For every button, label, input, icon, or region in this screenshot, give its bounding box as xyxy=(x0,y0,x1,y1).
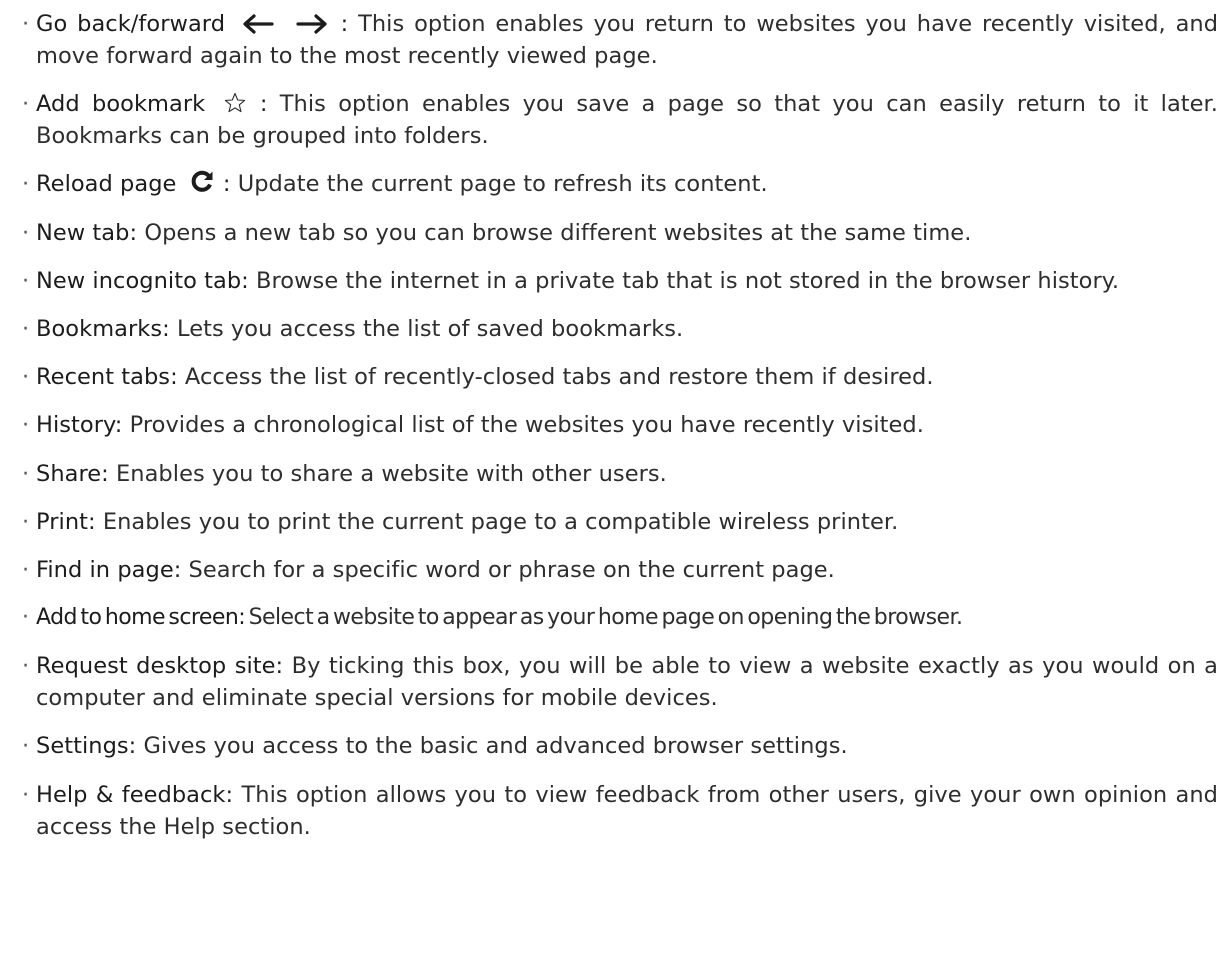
bullet: · xyxy=(22,91,30,118)
item-separator: : xyxy=(259,91,268,118)
list-item-add-to-home-screen: · Add to home screen: Select a website t… xyxy=(22,602,1218,634)
bullet: · xyxy=(22,219,30,246)
bullet: · xyxy=(22,315,30,342)
browser-options-list: · Go back/forward : This option enables … xyxy=(22,8,1218,859)
bullet: · xyxy=(22,412,30,439)
item-term: Add to home screen: xyxy=(36,605,246,631)
item-term: Share: xyxy=(36,460,109,487)
bullet: · xyxy=(22,508,30,535)
bullet: · xyxy=(22,460,30,487)
list-item-request-desktop-site: · Request desktop site: By ticking this … xyxy=(22,650,1218,714)
item-separator: : xyxy=(340,11,349,37)
item-term: Request desktop site: xyxy=(36,653,284,680)
item-term: Help & feedback: xyxy=(36,781,234,808)
item-description: Browse the internet in a private tab tha… xyxy=(256,267,1120,294)
item-description: Opens a new tab so you can browse differ… xyxy=(144,219,972,246)
list-item-help-feedback: · Help & feedback: This option allows yo… xyxy=(22,779,1218,843)
item-term: Reload page xyxy=(36,171,177,198)
list-item-add-bookmark: · Add bookmark : This option enables you… xyxy=(22,88,1218,152)
item-term: Go back/forward xyxy=(36,11,226,37)
item-description: Select a website to appear as your home … xyxy=(248,605,963,631)
item-term: Add bookmark xyxy=(36,91,206,118)
item-term: Print: xyxy=(36,508,96,535)
reload-icon xyxy=(190,169,214,193)
list-item-bookmarks: · Bookmarks: Lets you access the list of… xyxy=(22,313,1218,345)
item-description: This option enables you save a page so t… xyxy=(36,91,1218,150)
list-item-new-incognito-tab: · New incognito tab: Browse the internet… xyxy=(22,265,1218,297)
bullet: · xyxy=(22,171,30,198)
item-term: Settings: xyxy=(36,733,137,760)
list-item-new-tab: · New tab: Opens a new tab so you can br… xyxy=(22,217,1218,249)
star-outline-icon xyxy=(224,92,246,114)
item-term: Recent tabs: xyxy=(36,364,178,391)
list-item-share: · Share: Enables you to share a website … xyxy=(22,458,1218,490)
item-description: Gives you access to the basic and advanc… xyxy=(143,733,848,760)
item-description: Search for a specific word or phrase on … xyxy=(188,556,835,583)
bullet: · xyxy=(22,781,30,808)
list-item-go-back-forward: · Go back/forward : This option enables … xyxy=(22,8,1218,72)
bullet: · xyxy=(22,733,30,760)
bullet: · xyxy=(22,653,30,680)
list-item-find-in-page: · Find in page: Search for a specific wo… xyxy=(22,554,1218,586)
item-separator: : xyxy=(222,171,231,198)
item-description: Access the list of recently-closed tabs … xyxy=(184,364,934,391)
item-term: Find in page: xyxy=(36,556,182,583)
bullet: · xyxy=(22,556,30,583)
arrow-right-icon xyxy=(295,13,329,35)
item-description: Provides a chronological list of the web… xyxy=(129,412,924,439)
item-term: New incognito tab: xyxy=(36,267,249,294)
list-item-reload-page: · Reload page : Update the current page … xyxy=(22,168,1218,200)
bullet: · xyxy=(22,11,30,37)
item-term: New tab: xyxy=(36,219,138,246)
bullet: · xyxy=(22,267,30,294)
list-item-settings: · Settings: Gives you access to the basi… xyxy=(22,730,1218,762)
list-item-print: · Print: Enables you to print the curren… xyxy=(22,506,1218,538)
list-item-recent-tabs: · Recent tabs: Access the list of recent… xyxy=(22,361,1218,393)
item-description: Enables you to share a website with othe… xyxy=(116,460,667,487)
arrow-left-icon xyxy=(241,13,275,35)
item-description: Enables you to print the current page to… xyxy=(102,508,899,535)
item-term: History: xyxy=(36,412,123,439)
list-item-history: · History: Provides a chronological list… xyxy=(22,409,1218,441)
item-term: Bookmarks: xyxy=(36,315,170,342)
item-description: Lets you access the list of saved bookma… xyxy=(177,315,684,342)
bullet: · xyxy=(22,605,29,631)
item-description: Update the current page to refresh its c… xyxy=(237,171,768,198)
bullet: · xyxy=(22,364,30,391)
